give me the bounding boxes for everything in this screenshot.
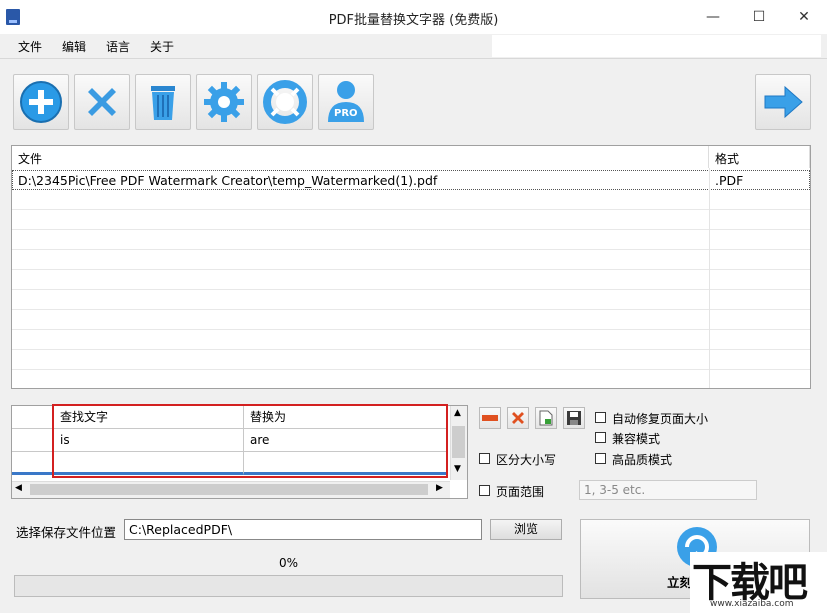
start-label: 立刻 xyxy=(667,575,693,590)
scroll-left-icon[interactable]: ◀ xyxy=(15,483,22,493)
empty-row xyxy=(12,230,810,250)
empty-row xyxy=(12,290,810,310)
remove-row-button[interactable] xyxy=(479,407,501,429)
case-sensitive-label: 区分大小写 xyxy=(496,453,557,467)
save-location-label: 选择保存文件位置 xyxy=(16,525,117,540)
menu-file[interactable]: 文件 xyxy=(18,38,42,55)
document-icon xyxy=(539,410,553,426)
delete-icon xyxy=(512,412,524,424)
settings-button[interactable] xyxy=(196,74,252,130)
save-icon xyxy=(567,411,581,425)
import-button[interactable] xyxy=(535,407,557,429)
auto-fix-checkbox[interactable] xyxy=(595,412,606,423)
vertical-scrollbar[interactable]: ▲ ▼ xyxy=(450,406,467,480)
page-range-input[interactable]: 1, 3-5 etc. xyxy=(579,480,757,500)
scrollbar-thumb[interactable] xyxy=(30,484,428,495)
trash-icon xyxy=(151,86,175,120)
file-list[interactable]: 文件 格式 D:\2345Pic\Free PDF Watermark Crea… xyxy=(11,145,811,389)
table-row[interactable]: D:\2345Pic\Free PDF Watermark Creator\te… xyxy=(12,170,810,190)
menu-language[interactable]: 语言 xyxy=(106,38,130,55)
empty-row xyxy=(12,350,810,370)
column-header-file[interactable]: 文件 xyxy=(12,146,709,168)
auto-fix-label: 自动修复页面大小 xyxy=(612,412,709,426)
clear-list-button[interactable] xyxy=(135,74,191,130)
remove-icon xyxy=(88,88,116,116)
scroll-down-icon[interactable]: ▼ xyxy=(454,464,461,474)
file-path-cell: D:\2345Pic\Free PDF Watermark Creator\te… xyxy=(18,173,438,188)
high-quality-label: 高品质模式 xyxy=(612,453,673,467)
grid-corner xyxy=(12,406,54,429)
column-header-format[interactable]: 格式 xyxy=(709,146,810,168)
maximize-button[interactable]: ☐ xyxy=(736,0,782,34)
add-file-button[interactable] xyxy=(13,74,69,130)
file-format-cell: .PDF xyxy=(715,173,744,188)
highlight-box xyxy=(52,404,448,478)
progress-bar xyxy=(14,575,563,597)
compat-mode-checkbox[interactable] xyxy=(595,432,606,443)
minus-icon xyxy=(482,415,498,421)
scroll-right-icon[interactable]: ▶ xyxy=(436,483,443,493)
pro-label: PRO xyxy=(334,108,358,119)
menu-edit[interactable]: 编辑 xyxy=(62,38,86,55)
close-button[interactable]: ✕ xyxy=(781,0,827,34)
help-button[interactable] xyxy=(257,74,313,130)
pro-button[interactable]: PRO xyxy=(318,74,374,130)
save-list-button[interactable] xyxy=(563,407,585,429)
high-quality-checkbox[interactable] xyxy=(595,453,606,464)
page-range-checkbox[interactable] xyxy=(479,485,490,496)
browse-button[interactable]: 浏览 xyxy=(490,519,562,540)
next-button[interactable] xyxy=(755,74,811,130)
title-bar: PDF批量替换文字器 (免费版) — ☐ ✕ xyxy=(0,0,827,34)
page-range-label: 页面范围 xyxy=(496,485,545,499)
scrollbar-thumb[interactable] xyxy=(452,426,465,458)
horizontal-scrollbar[interactable]: ◀ ▶ xyxy=(12,481,450,498)
lifebuoy-icon xyxy=(263,80,307,124)
delete-all-rows-button[interactable] xyxy=(507,407,529,429)
empty-row xyxy=(12,250,810,270)
empty-row xyxy=(12,210,810,230)
column-divider xyxy=(709,168,710,388)
row-header xyxy=(12,452,54,475)
empty-row xyxy=(12,190,810,210)
compat-mode-label: 兼容模式 xyxy=(612,432,661,446)
arrow-right-icon xyxy=(764,85,803,119)
watermark-logo: 下载吧 www.xiazaiba.com xyxy=(690,552,827,613)
scroll-up-icon[interactable]: ▲ xyxy=(454,408,461,418)
gear-icon xyxy=(204,82,244,122)
empty-row xyxy=(12,270,810,290)
menu-blank-area xyxy=(492,35,821,57)
remove-file-button[interactable] xyxy=(74,74,130,130)
save-path-input[interactable]: C:\ReplacedPDF\ xyxy=(124,519,482,540)
watermark-url: www.xiazaiba.com xyxy=(710,599,794,609)
case-sensitive-checkbox[interactable] xyxy=(479,453,490,464)
menu-about[interactable]: 关于 xyxy=(150,38,174,55)
row-header xyxy=(12,429,54,452)
empty-row xyxy=(12,310,810,330)
add-icon xyxy=(20,81,62,123)
minimize-button[interactable]: — xyxy=(690,0,736,34)
progress-text: 0% xyxy=(278,556,299,570)
empty-row xyxy=(12,330,810,350)
